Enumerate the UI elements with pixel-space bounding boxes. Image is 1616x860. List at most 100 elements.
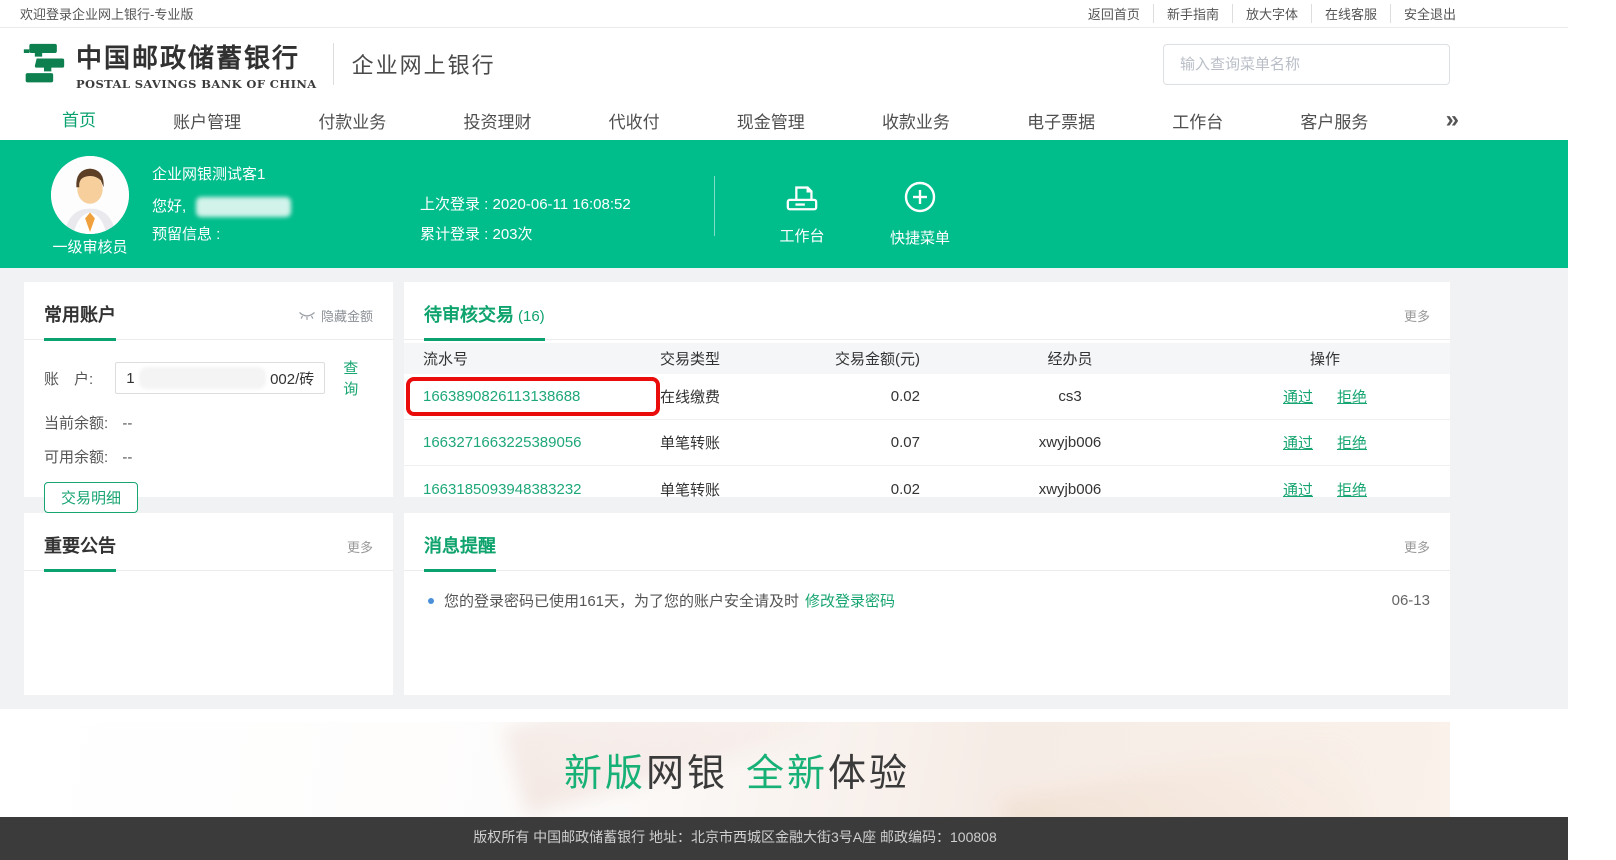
nav-tab-cash-mgmt[interactable]: 现金管理 [737,108,805,133]
announcements-title: 重要公告 [44,532,116,572]
masked-account-number [139,367,266,389]
col-actions: 操作 [1220,348,1430,369]
frequent-accounts-body: 账 户: 1 002/砖 查询 当前余额: -- 可用余额: [24,357,393,513]
txn-operator: cs3 [920,388,1220,405]
page: 欢迎登录企业网上银行-专业版 返回首页 新手指南 放大字体 在线客服 安全退出 … [0,0,1568,860]
nav-tab-investment[interactable]: 投资理财 [463,108,531,133]
announcements-head: 重要公告 更多 [24,513,393,571]
announcements-panel: 重要公告 更多 [24,513,393,695]
account-selector[interactable]: 1 002/砖 [115,362,325,394]
user-banner: 一级审核员 企业网银测试客1 您好, 预留信息 : 上次登录 : 2020-06… [0,140,1568,268]
promo-banner: 新版网银全新体验 [24,722,1450,817]
change-password-link[interactable]: 修改登录密码 [805,590,895,611]
current-balance-row: 当前余额: -- [44,412,373,433]
logo-divider [333,43,334,85]
col-operator: 经办员 [920,348,1220,369]
approve-link[interactable]: 通过 [1283,479,1313,500]
bank-name-en: POSTAL SAVINGS BANK OF CHINA [76,77,317,91]
pending-more-link[interactable]: 更多 [1404,306,1430,325]
menu-search-input[interactable] [1163,44,1450,85]
serial-link[interactable]: 1663271663225389056 [423,434,582,451]
nav-tab-accounts[interactable]: 账户管理 [173,108,241,133]
top-link-home[interactable]: 返回首页 [1075,4,1153,23]
transaction-detail-button[interactable]: 交易明细 [44,482,138,513]
top-link-service[interactable]: 在线客服 [1311,4,1390,23]
message-item: 您的登录密码已使用161天，为了您的账户安全请及时 修改登录密码 06-13 [404,571,1450,611]
nav-tab-workbench[interactable]: 工作台 [1172,108,1223,133]
greeting-line: 您好, [152,197,291,212]
welcome-text: 欢迎登录企业网上银行-专业版 [20,4,193,23]
txn-amount: 0.07 [810,434,920,451]
main-nav: 首页 账户管理 付款业务 投资理财 代收付 现金管理 收款业务 电子票据 工作台… [0,100,1568,140]
txn-actions: 通过 拒绝 [1220,432,1430,453]
user-info: 企业网银测试客1 您好, 预留信息 : [152,167,291,257]
query-link[interactable]: 查询 [343,357,373,399]
content-area: 常用账户 隐藏金额 账 户: [0,268,1568,709]
workbench-shortcut[interactable]: 工作台 [762,180,842,246]
serial-link[interactable]: 1663185093948383232 [423,481,582,498]
frequent-accounts-panel: 常用账户 隐藏金额 账 户: [24,282,393,497]
bank-name: 中国邮政储蓄银行 POSTAL SAVINGS BANK OF CHINA [76,38,317,91]
top-link-font-size[interactable]: 放大字体 [1232,4,1311,23]
last-login: 上次登录 : 2020-06-11 16:08:52 [420,197,631,212]
footer: 版权所有 中国邮政储蓄银行 地址：北京市西城区金融大街3号A座 邮政编码：100… [0,817,1568,860]
promo-text: 新版网银全新体验 [564,742,910,797]
available-balance-value: -- [122,449,132,466]
plus-circle-icon [902,180,938,216]
messages-more-link[interactable]: 更多 [1404,537,1430,556]
current-balance-value: -- [122,415,132,432]
workbench-icon [783,180,821,214]
messages-panel: 消息提醒 更多 您的登录密码已使用161天，为了您的账户安全请及时 修改登录密码… [404,513,1450,695]
login-info: 上次登录 : 2020-06-11 16:08:52 累计登录 : 203次 [420,197,631,257]
available-balance-row: 可用余额: -- [44,446,373,467]
nav-tab-collection-payment[interactable]: 代收付 [609,108,660,133]
bank-name-cn: 中国邮政储蓄银行 [76,38,317,75]
txn-actions: 通过 拒绝 [1220,386,1430,407]
messages-head: 消息提醒 更多 [404,513,1450,571]
nav-tab-e-bills[interactable]: 电子票据 [1027,108,1095,133]
header: 中国邮政储蓄银行 POSTAL SAVINGS BANK OF CHINA 企业… [0,28,1568,100]
bullet-dot-icon [428,598,434,604]
nav-tab-home[interactable]: 首页 [62,106,96,134]
nav-more-chevron-icon[interactable]: » [1446,110,1456,130]
txn-type: 单笔转账 [660,432,810,453]
txn-type: 在线缴费 [660,386,810,407]
company-name: 企业网银测试客1 [152,167,291,182]
hide-amount-toggle[interactable]: 隐藏金额 [298,306,373,325]
col-amount: 交易金额(元) [810,348,920,369]
copyright-text: 版权所有 中国邮政储蓄银行 地址：北京市西城区金融大街3号A座 邮政编码：100… [0,817,1470,847]
reject-link[interactable]: 拒绝 [1337,432,1367,453]
nav-tab-payments[interactable]: 付款业务 [318,108,386,133]
nav-tab-customer-service[interactable]: 客户服务 [1300,108,1368,133]
reject-link[interactable]: 拒绝 [1337,479,1367,500]
reserved-info-label: 预留信息 : [152,227,291,242]
messages-title: 消息提醒 [424,532,496,572]
message-text: 您的登录密码已使用161天，为了您的账户安全请及时 [444,590,799,611]
top-link-logout[interactable]: 安全退出 [1390,4,1456,23]
top-utility-bar: 欢迎登录企业网上银行-专业版 返回首页 新手指南 放大字体 在线客服 安全退出 [0,0,1568,28]
approve-link[interactable]: 通过 [1283,386,1313,407]
pending-transactions-head: 待审核交易(16) 更多 [404,282,1450,340]
top-links: 返回首页 新手指南 放大字体 在线客服 安全退出 [1075,4,1456,23]
approve-link[interactable]: 通过 [1283,432,1313,453]
table-row: 1663271663225389056 单笔转账 0.07 xwyjb006 通… [404,420,1450,466]
txn-amount: 0.02 [810,388,920,405]
user-role: 一级审核员 [38,236,142,257]
col-serial: 流水号 [423,348,660,369]
nav-tab-receivables[interactable]: 收款业务 [882,108,950,133]
pending-transactions-panel: 待审核交易(16) 更多 流水号 交易类型 交易金额(元) 经办员 操作 166… [404,282,1450,497]
masked-username [196,197,291,217]
txn-actions: 通过 拒绝 [1220,479,1430,500]
reject-link[interactable]: 拒绝 [1337,386,1367,407]
txn-operator: xwyjb006 [920,434,1220,451]
account-row: 账 户: 1 002/砖 查询 [44,357,373,399]
txn-amount: 0.02 [810,481,920,498]
total-login: 累计登录 : 203次 [420,227,631,242]
serial-link[interactable]: 1663890826113138688 [423,388,580,405]
quick-menu-shortcut[interactable]: 快捷菜单 [880,180,960,248]
user-avatar-icon [51,156,129,234]
pending-table-header: 流水号 交易类型 交易金额(元) 经办员 操作 [404,343,1450,374]
top-link-guide[interactable]: 新手指南 [1153,4,1232,23]
announcements-more-link[interactable]: 更多 [347,537,373,556]
product-title: 企业网上银行 [352,48,496,80]
